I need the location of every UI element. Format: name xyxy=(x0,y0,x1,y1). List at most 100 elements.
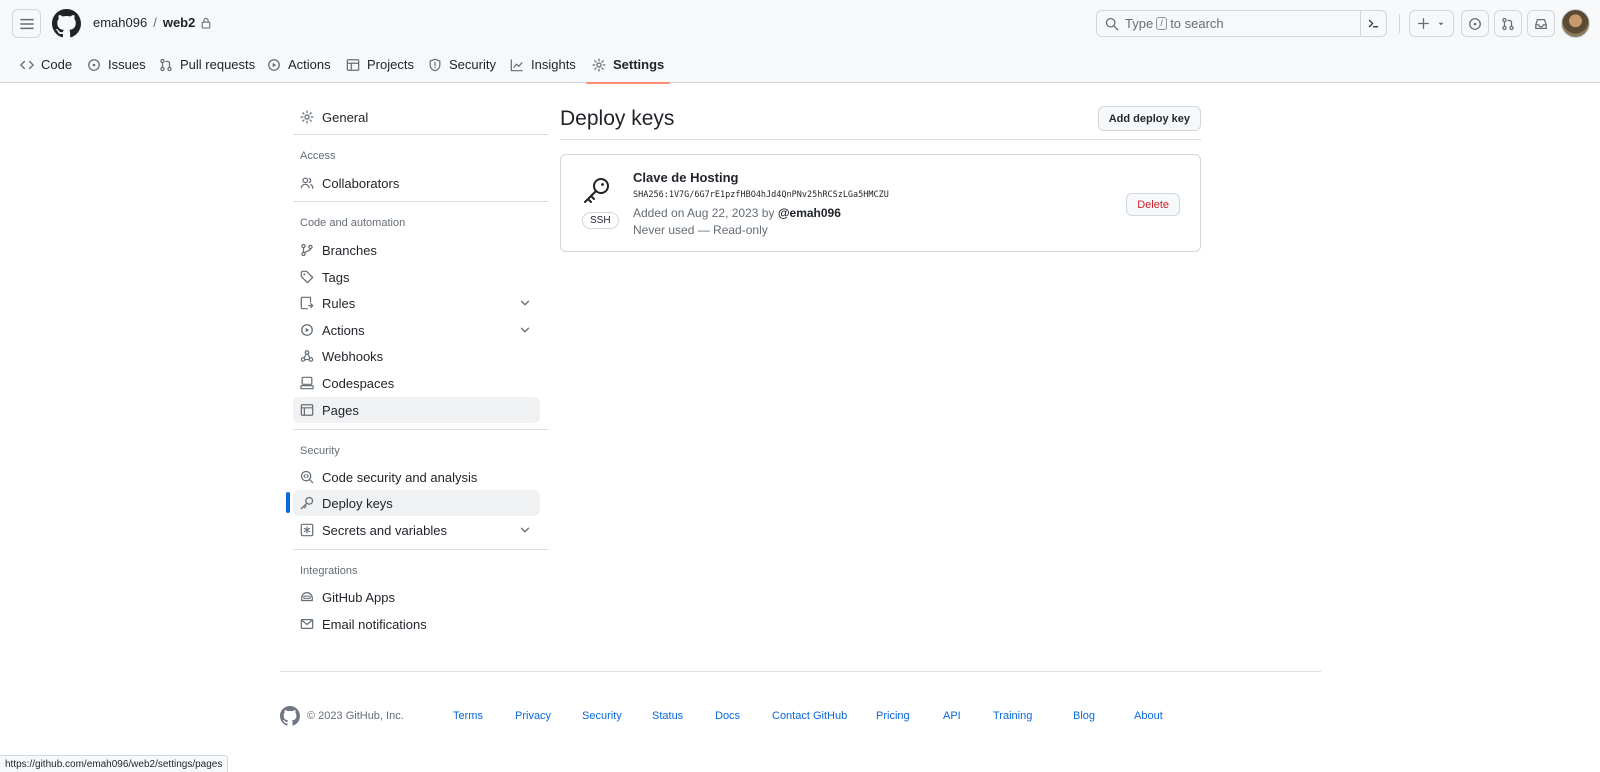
issues-button[interactable] xyxy=(1461,10,1489,37)
mail-icon xyxy=(300,619,314,629)
play-icon xyxy=(268,58,280,71)
sidebar-item-branches[interactable]: Branches xyxy=(293,237,540,263)
tab-actions[interactable]: Actions xyxy=(267,46,331,83)
deploy-key-author-link[interactable]: @emah096 xyxy=(778,206,841,220)
tab-issues[interactable]: Issues xyxy=(87,46,146,83)
sidebar-item-label: Deploy keys xyxy=(322,495,393,511)
sidebar-item-email-notifications[interactable]: Email notifications xyxy=(293,611,540,637)
sidebar-divider xyxy=(293,134,548,135)
footer-divider xyxy=(280,671,1321,672)
codespaces-icon xyxy=(300,376,314,390)
delete-key-button[interactable]: Delete xyxy=(1126,193,1180,216)
deploy-key-added-text: Added on Aug 22, 2023 by xyxy=(633,206,775,220)
tab-label: Projects xyxy=(367,57,414,72)
shield-icon xyxy=(429,58,441,71)
footer-link-status[interactable]: Status xyxy=(652,710,683,722)
breadcrumb-owner[interactable]: emah096 xyxy=(93,15,147,30)
footer-link-docs[interactable]: Docs xyxy=(715,710,740,722)
asterisk-icon xyxy=(300,523,314,537)
issue-icon xyxy=(88,58,100,71)
footer-link-about[interactable]: About xyxy=(1134,710,1163,722)
deploy-key-fingerprint: SHA256:1V7G/6G7rE1pzfHBO4hJd4QnPNv25hRCS… xyxy=(633,190,889,200)
key-icon xyxy=(300,496,314,510)
sidebar-item-label: Codespaces xyxy=(322,375,395,391)
search-shortcut-key: / xyxy=(1156,17,1168,30)
search-placeholder-suffix: to search xyxy=(1170,16,1224,31)
inbox-icon xyxy=(1535,18,1547,29)
sidebar-item-label: Secrets and variables xyxy=(322,522,448,538)
footer-link-api[interactable]: API xyxy=(943,710,961,722)
tab-security[interactable]: Security xyxy=(428,46,496,83)
footer-link-blog[interactable]: Blog xyxy=(1073,710,1095,722)
github-logo-icon[interactable] xyxy=(52,9,81,38)
breadcrumb-separator: / xyxy=(153,15,157,30)
plus-icon xyxy=(1417,17,1430,30)
sidebar-item-collaborators[interactable]: Collaborators xyxy=(293,170,540,196)
search-placeholder-prefix: Type xyxy=(1125,16,1154,31)
tab-pull-requests[interactable]: Pull requests xyxy=(159,46,255,83)
deploy-key-added: Added on Aug 22, 2023 by @emah096 xyxy=(633,206,841,220)
footer-link-terms[interactable]: Terms xyxy=(453,710,483,722)
footer-link-security[interactable]: Security xyxy=(582,710,622,722)
people-icon xyxy=(300,177,314,189)
tab-settings[interactable]: Settings xyxy=(585,46,671,84)
terminal-icon xyxy=(1368,19,1379,28)
sidebar-divider xyxy=(293,549,548,550)
add-deploy-key-button[interactable]: Add deploy key xyxy=(1097,106,1201,131)
sidebar-item-tags[interactable]: Tags xyxy=(293,264,540,290)
gear-icon xyxy=(300,110,314,124)
browser-icon xyxy=(300,404,314,416)
graph-icon xyxy=(510,58,523,71)
repo-push-icon xyxy=(300,296,314,310)
header-divider xyxy=(1399,14,1400,33)
footer-link-privacy[interactable]: Privacy xyxy=(515,710,551,722)
sidebar-item-secrets[interactable]: Secrets and variables xyxy=(293,517,540,543)
tab-insights[interactable]: Insights xyxy=(510,46,576,83)
avatar[interactable] xyxy=(1561,9,1590,38)
sidebar-heading-code-automation: Code and automation xyxy=(300,217,406,229)
sidebar-item-label: Pages xyxy=(322,402,359,418)
sidebar-item-label: Actions xyxy=(322,322,365,338)
sidebar-item-general[interactable]: General xyxy=(293,104,540,130)
sidebar-item-rules[interactable]: Rules xyxy=(293,290,540,316)
header-top-bar: emah096 / web2 Type / to search xyxy=(0,0,1600,46)
chevron-down-icon xyxy=(520,527,530,533)
hubot-icon xyxy=(301,592,313,602)
tab-label: Code xyxy=(41,57,73,72)
sidebar-item-codespaces[interactable]: Codespaces xyxy=(293,370,540,396)
breadcrumb-repo[interactable]: web2 xyxy=(163,15,196,30)
create-new-button[interactable] xyxy=(1409,10,1454,37)
sidebar-item-pages[interactable]: Pages xyxy=(293,397,540,423)
inbox-button[interactable] xyxy=(1527,10,1555,37)
search-input[interactable]: Type / to search xyxy=(1096,10,1387,37)
menu-button[interactable] xyxy=(12,9,41,38)
sidebar-item-label: GitHub Apps xyxy=(322,589,395,605)
hamburger-icon xyxy=(19,18,34,29)
sidebar-item-deploy-keys[interactable]: Deploy keys xyxy=(293,490,540,516)
tab-projects[interactable]: Projects xyxy=(346,46,414,83)
chevron-down-icon xyxy=(520,327,530,333)
sidebar-item-webhooks[interactable]: Webhooks xyxy=(293,343,540,369)
github-mark-icon[interactable] xyxy=(280,706,300,726)
sidebar-item-code-security[interactable]: Code security and analysis xyxy=(293,464,540,490)
deploy-key-item: SSH Clave de Hosting SHA256:1V7G/6G7rE1p… xyxy=(560,154,1201,252)
table-icon xyxy=(346,58,360,71)
code-icon xyxy=(20,60,34,69)
pull-requests-button[interactable] xyxy=(1494,10,1522,37)
sidebar-item-github-apps[interactable]: GitHub Apps xyxy=(293,584,540,610)
footer-link-training[interactable]: Training xyxy=(993,710,1032,722)
sidebar-item-label: Collaborators xyxy=(322,175,400,191)
sidebar-item-actions[interactable]: Actions xyxy=(293,317,540,343)
sidebar-heading-integrations: Integrations xyxy=(300,565,358,577)
sidebar-item-label: Branches xyxy=(322,242,377,258)
sidebar-divider xyxy=(293,201,548,202)
footer-link-contact[interactable]: Contact GitHub xyxy=(772,710,847,722)
tab-code[interactable]: Code xyxy=(20,46,72,83)
footer-link-pricing[interactable]: Pricing xyxy=(876,710,910,722)
webhook-icon xyxy=(300,350,314,362)
ssh-badge: SSH xyxy=(582,212,619,229)
footer-copyright: © 2023 GitHub, Inc. xyxy=(307,710,404,722)
deploy-key-usage: Never used — Read-only xyxy=(633,223,768,237)
gear-icon xyxy=(592,57,606,72)
command-palette-button[interactable] xyxy=(1360,11,1386,36)
